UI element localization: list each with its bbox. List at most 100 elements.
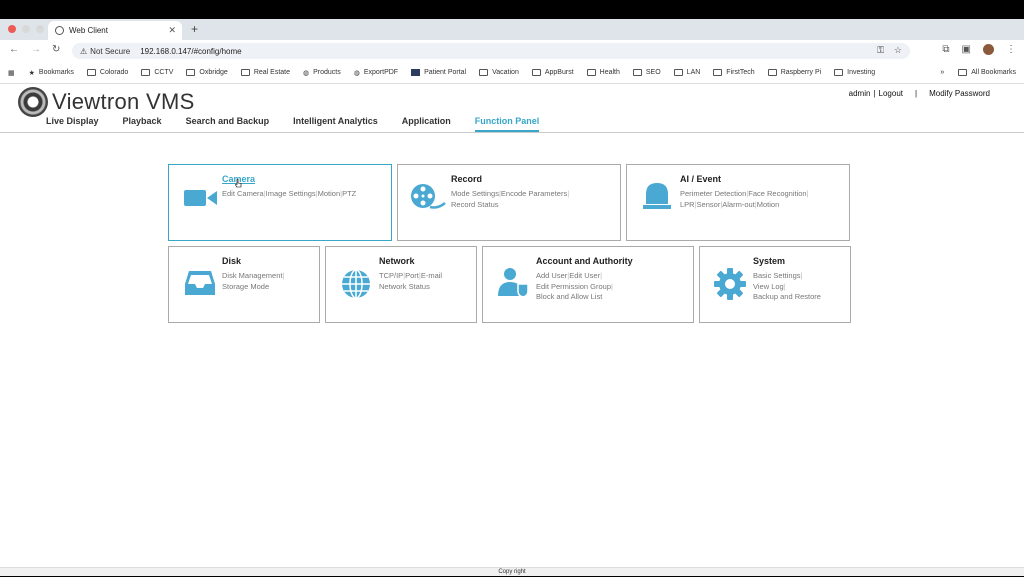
bookmark-item[interactable]: Health	[586, 69, 620, 76]
close-window-button[interactable]	[8, 25, 16, 33]
all-bookmarks[interactable]: All Bookmarks	[958, 69, 1016, 76]
network-panel[interactable]: Network TCP/IP|Port|E-mail Network Statu…	[325, 246, 477, 323]
account-authority-title[interactable]: Account and Authority	[536, 256, 633, 266]
account-authority-panel[interactable]: Account and Authority Add User|Edit User…	[482, 246, 694, 323]
folder-icon	[86, 69, 96, 76]
bookmark-item[interactable]: ★ Bookmarks	[29, 69, 74, 77]
menu-function-panel[interactable]: Function Panel	[474, 116, 540, 132]
bookmark-item[interactable]: SEO	[632, 69, 661, 76]
bookmark-item[interactable]: Patient Portal	[411, 69, 466, 76]
logout-link[interactable]: Logout	[879, 89, 903, 98]
tab-favicon-icon	[55, 26, 64, 35]
disk-management-link[interactable]: Disk Management	[222, 271, 282, 280]
forward-icon[interactable]: →	[31, 44, 41, 55]
maximize-window-button[interactable]	[36, 25, 44, 33]
folder-icon	[673, 69, 683, 76]
block-allow-list-link[interactable]: Block and Allow List	[536, 292, 602, 301]
extensions-icon[interactable]: ⧉	[942, 44, 949, 55]
bookmark-item[interactable]: Investing	[834, 69, 875, 76]
system-title[interactable]: System	[753, 256, 785, 266]
edit-permission-group-link[interactable]: Edit Permission Group	[536, 282, 611, 291]
username: admin	[848, 89, 871, 98]
network-status-link[interactable]: Network Status	[379, 282, 430, 291]
browser-tab[interactable]: Web Client ✕	[48, 21, 182, 40]
record-title[interactable]: Record	[451, 174, 482, 184]
bookmark-item[interactable]: CCTV	[141, 69, 173, 76]
modify-password-link[interactable]: Modify Password	[929, 89, 990, 98]
alarm-out-link[interactable]: Alarm-out	[722, 200, 755, 209]
system-panel[interactable]: System Basic Settings| View Log| Backup …	[699, 246, 851, 323]
bookmark-item[interactable]: Raspberry Pi	[767, 69, 821, 76]
app-logo: Viewtron VMS	[18, 87, 195, 117]
menu-live-display[interactable]: Live Display	[46, 116, 99, 132]
folder-icon	[479, 69, 489, 76]
motion-link[interactable]: Motion	[757, 200, 780, 209]
menu-search-and-backup[interactable]: Search and Backup	[186, 116, 270, 132]
view-log-link[interactable]: View Log	[753, 282, 784, 291]
ai-event-title[interactable]: AI / Event	[680, 174, 721, 184]
sensor-link[interactable]: Sensor	[697, 200, 721, 209]
ai-event-panel[interactable]: AI / Event Perimeter Detection|Face Reco…	[626, 164, 850, 241]
disk-title[interactable]: Disk	[222, 256, 241, 266]
network-title[interactable]: Network	[379, 256, 415, 266]
bookmark-item[interactable]: LAN	[673, 69, 700, 76]
chevron-double-right-icon[interactable]: »	[940, 69, 944, 76]
add-user-link[interactable]: Add User	[536, 271, 567, 280]
bookmark-item[interactable]: ◍ ExportPDF	[354, 69, 398, 77]
system-links: Basic Settings| View Log| Backup and Res…	[753, 271, 821, 301]
bookmark-item[interactable]: ◍ Products	[303, 69, 341, 77]
minimize-window-button[interactable]	[22, 25, 30, 33]
tcp-ip-link[interactable]: TCP/IP	[379, 271, 403, 280]
backup-restore-link[interactable]: Backup and Restore	[753, 292, 821, 301]
menu-application[interactable]: Application	[402, 116, 451, 132]
menu-kebab-icon[interactable]: ⋮	[1006, 44, 1016, 55]
storage-mode-link[interactable]: Storage Mode	[222, 282, 269, 291]
lpr-link[interactable]: LPR	[680, 200, 695, 209]
edit-camera-link[interactable]: Edit Camera	[222, 189, 264, 198]
film-reel-icon	[411, 184, 446, 209]
mode-settings-link[interactable]: Mode Settings	[451, 189, 499, 198]
email-link[interactable]: E-mail	[421, 271, 442, 280]
close-tab-icon[interactable]: ✕	[168, 25, 176, 36]
address-row: ← → ↻ ⚠ Not Secure 192.168.0.147/#config/…	[0, 40, 1024, 62]
toolbar-right: ⧉ ▣ ⋮	[942, 44, 1016, 55]
menu-playback[interactable]: Playback	[123, 116, 162, 132]
menu-intelligent-analytics[interactable]: Intelligent Analytics	[293, 116, 378, 132]
password-key-icon[interactable]: ⚿	[877, 45, 884, 56]
bookmark-item[interactable]: Vacation	[479, 69, 519, 76]
record-status-link[interactable]: Record Status	[451, 200, 499, 209]
window-controls	[8, 25, 44, 33]
bookmark-item[interactable]: AppBurst	[531, 69, 574, 76]
warning-icon: ⚠	[80, 46, 88, 56]
back-icon[interactable]: ←	[9, 44, 19, 55]
apps-grid-icon[interactable]: ▦	[8, 69, 15, 77]
record-panel[interactable]: Record Mode Settings|Encode Parameters| …	[397, 164, 621, 241]
bookmark-item[interactable]: FirstTech	[713, 69, 755, 76]
video-camera-icon	[184, 190, 217, 206]
camera-links: Edit Camera|Image Settings|Motion|PTZ	[222, 189, 357, 198]
ptz-link[interactable]: PTZ	[342, 189, 356, 198]
profile-avatar[interactable]	[983, 44, 994, 55]
bookmark-item[interactable]: Oxbridge	[186, 69, 228, 76]
face-recognition-link[interactable]: Face Recognition	[748, 189, 806, 198]
bookmark-item[interactable]: Real Estate	[240, 69, 290, 76]
bookmark-item[interactable]: Colorado	[86, 69, 128, 76]
gear-icon	[714, 268, 746, 300]
reload-icon[interactable]: ↻	[52, 44, 60, 55]
motion-link[interactable]: Motion	[318, 189, 341, 198]
address-bar[interactable]: ⚠ Not Secure 192.168.0.147/#config/home ⚿…	[72, 43, 910, 59]
tab-strip: Web Client ✕ +	[0, 19, 1024, 40]
perimeter-detection-link[interactable]: Perimeter Detection	[680, 189, 746, 198]
disk-panel[interactable]: Disk Disk Management| Storage Mode	[168, 246, 320, 323]
camera-panel[interactable]: Camera Edit Camera|Image Settings|Motion…	[168, 164, 392, 241]
security-indicator[interactable]: ⚠ Not Secure	[80, 47, 130, 56]
account-authority-links: Add User|Edit User| Edit Permission Grou…	[536, 271, 613, 301]
edit-user-link[interactable]: Edit User	[569, 271, 600, 280]
cast-icon[interactable]: ▣	[962, 44, 971, 55]
encode-parameters-link[interactable]: Encode Parameters	[501, 189, 567, 198]
image-settings-link[interactable]: Image Settings	[266, 189, 316, 198]
bookmark-star-icon[interactable]: ☆	[894, 45, 902, 56]
new-tab-button[interactable]: +	[191, 22, 198, 36]
basic-settings-link[interactable]: Basic Settings	[753, 271, 801, 280]
port-link[interactable]: Port	[405, 271, 419, 280]
